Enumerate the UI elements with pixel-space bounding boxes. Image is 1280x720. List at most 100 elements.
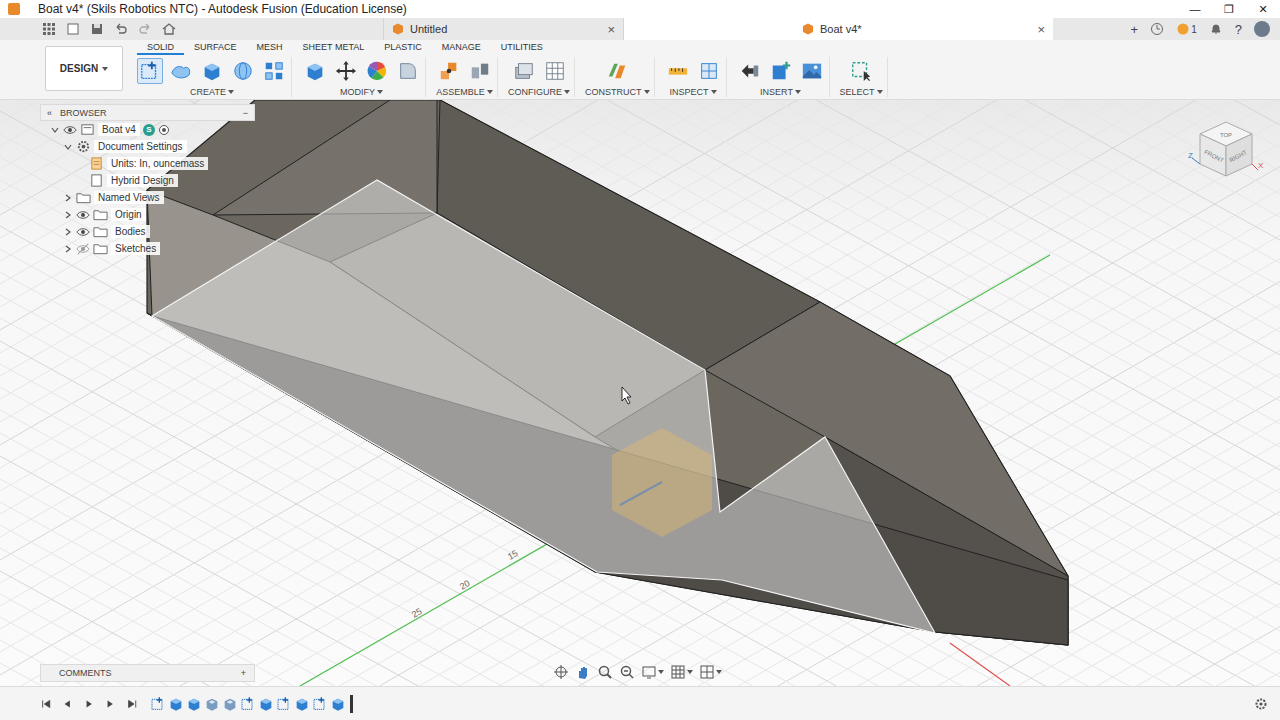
tool-button[interactable] — [768, 58, 794, 84]
tree-toggle[interactable] — [63, 228, 73, 236]
browser-item[interactable]: Named Views — [40, 189, 255, 206]
view-cube-icon[interactable]: TOPFRONTRIGHTZX — [1186, 114, 1266, 194]
document-tab[interactable]: Boat v4*× — [623, 18, 1053, 40]
tool-button[interactable] — [511, 58, 537, 84]
tool-button[interactable] — [333, 58, 359, 84]
browser-minimize-button[interactable]: − — [243, 108, 248, 118]
tool-button[interactable] — [137, 58, 163, 84]
add-comment-button[interactable]: + — [241, 668, 246, 678]
viewport[interactable]: 152025«BROWSER−Boat v4SDocument Settings… — [0, 100, 1280, 686]
toolbar-tab[interactable]: UTILITIES — [491, 42, 553, 55]
eye-icon[interactable] — [76, 208, 90, 222]
job-status-icon[interactable] — [1150, 22, 1164, 36]
go-to-end-icon[interactable] — [126, 697, 138, 711]
timeline-marker[interactable] — [350, 695, 353, 713]
tool-group-menu[interactable]: CONFIGURE — [508, 85, 570, 97]
tool-group-menu[interactable]: CREATE — [190, 85, 234, 97]
tab-close-button[interactable]: × — [607, 22, 615, 37]
tool-button[interactable] — [696, 58, 722, 84]
toolbar-tab[interactable]: SHEET METAL — [293, 42, 375, 55]
window-control-button[interactable]: — — [1178, 3, 1212, 16]
new-tab-button[interactable]: + — [1131, 22, 1139, 37]
save-icon[interactable] — [90, 22, 104, 36]
navigation-tool[interactable] — [575, 664, 591, 680]
browser-collapse-button[interactable]: « — [47, 108, 52, 118]
user-avatar[interactable] — [1254, 21, 1270, 37]
browser-item[interactable]: Units: In, ouncemass — [40, 155, 255, 172]
browser-item[interactable]: Boat v4S — [40, 121, 255, 138]
tool-button[interactable] — [436, 58, 462, 84]
toolbar-tab[interactable]: SOLID — [137, 42, 184, 55]
construction-plane[interactable] — [152, 180, 935, 633]
tool-button[interactable] — [799, 58, 825, 84]
file-icon[interactable] — [66, 22, 80, 36]
play-icon[interactable] — [83, 697, 95, 711]
timeline-feature[interactable] — [330, 696, 346, 712]
step-back-icon[interactable] — [61, 697, 73, 711]
tool-button[interactable] — [364, 58, 390, 84]
tool-group-menu[interactable]: INSPECT — [669, 85, 716, 97]
workspace-switcher[interactable]: DESIGN — [45, 46, 123, 91]
navigation-tool[interactable] — [641, 664, 664, 680]
tool-button[interactable] — [302, 58, 328, 84]
eye-hidden-icon[interactable] — [76, 242, 90, 256]
tool-button[interactable] — [737, 58, 763, 84]
tab-close-button[interactable]: × — [1037, 22, 1045, 37]
browser-item[interactable]: Sketches — [40, 240, 255, 257]
tool-group-menu[interactable]: MODIFY — [340, 85, 383, 97]
collapsed-arrow-icon[interactable] — [64, 194, 72, 202]
browser-item[interactable]: Origin — [40, 206, 255, 223]
document-tab[interactable]: Untitled× — [383, 18, 623, 40]
tree-toggle[interactable] — [63, 194, 73, 202]
collapsed-arrow-icon[interactable] — [64, 245, 72, 253]
tool-button[interactable] — [848, 58, 874, 84]
timeline-settings-gear-icon[interactable] — [1254, 697, 1268, 711]
view-cube[interactable]: TOPFRONTRIGHTZX — [1186, 114, 1266, 194]
boat-body[interactable] — [147, 100, 1068, 645]
timeline-feature[interactable] — [222, 696, 238, 712]
tree-toggle[interactable] — [63, 211, 73, 219]
toolbar-tab[interactable]: MESH — [247, 42, 293, 55]
navigation-tool[interactable] — [597, 664, 613, 680]
expanded-arrow-icon[interactable] — [51, 126, 59, 134]
tree-toggle[interactable] — [63, 143, 73, 151]
timeline-feature[interactable] — [168, 696, 184, 712]
collapsed-arrow-icon[interactable] — [64, 228, 72, 236]
redo-icon[interactable] — [138, 22, 152, 36]
tool-button[interactable] — [665, 58, 691, 84]
help-button[interactable]: ? — [1235, 22, 1242, 37]
tool-button[interactable] — [230, 58, 256, 84]
timeline-feature[interactable] — [258, 696, 274, 712]
go-to-start-icon[interactable] — [40, 697, 52, 711]
timeline-feature[interactable] — [312, 696, 328, 712]
online-status[interactable]: 1 — [1176, 22, 1197, 36]
navigation-tool[interactable] — [670, 664, 693, 680]
timeline-feature[interactable] — [204, 696, 220, 712]
tree-toggle[interactable] — [50, 126, 60, 134]
home-icon[interactable] — [162, 22, 176, 36]
comments-bar[interactable]: COMMENTS+ — [40, 664, 255, 682]
step-forward-icon[interactable] — [104, 697, 116, 711]
undo-icon[interactable] — [114, 22, 128, 36]
window-control-button[interactable]: ✕ — [1246, 3, 1280, 16]
activate-radio-icon[interactable] — [158, 124, 170, 136]
expanded-arrow-icon[interactable] — [64, 143, 72, 151]
navigation-tool[interactable] — [619, 664, 635, 680]
browser-item[interactable]: Bodies — [40, 223, 255, 240]
toolbar-tab[interactable]: PLASTIC — [374, 42, 432, 55]
tool-group-menu[interactable]: SELECT — [840, 85, 883, 97]
timeline-feature[interactable] — [276, 696, 292, 712]
tool-button[interactable] — [168, 58, 194, 84]
timeline-feature[interactable] — [240, 696, 256, 712]
eye-icon[interactable] — [76, 225, 90, 239]
tool-button[interactable] — [395, 58, 421, 84]
eye-icon[interactable] — [63, 123, 77, 137]
tool-button[interactable] — [199, 58, 225, 84]
browser-item[interactable]: Hybrid Design — [40, 172, 255, 189]
tool-button[interactable] — [261, 58, 287, 84]
toolbar-tab[interactable]: SURFACE — [184, 42, 247, 55]
timeline-feature[interactable] — [150, 696, 166, 712]
toolbar-tab[interactable]: MANAGE — [432, 42, 491, 55]
browser-item[interactable]: Document Settings — [40, 138, 255, 155]
tool-button[interactable] — [604, 58, 630, 84]
